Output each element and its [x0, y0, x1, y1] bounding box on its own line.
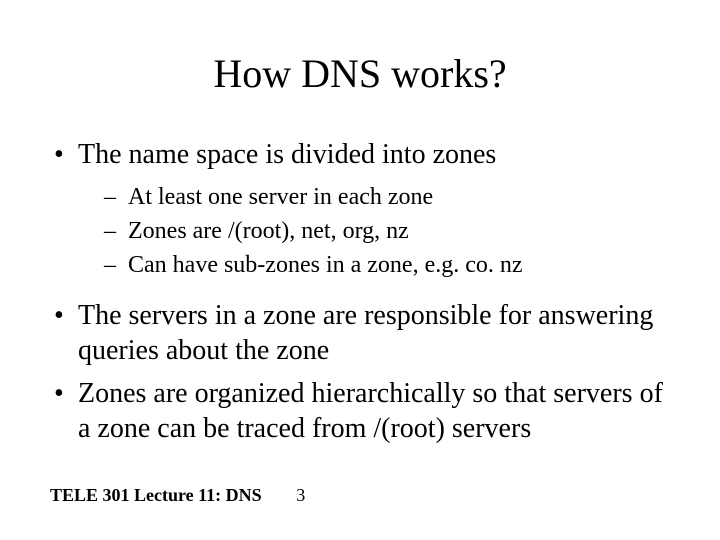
- list-item: Can have sub-zones in a zone, e.g. co. n…: [78, 250, 670, 280]
- bullet-text: The name space is divided into zones: [78, 139, 496, 170]
- list-item: The name space is divided into zones At …: [50, 137, 670, 280]
- list-item: Zones are /(root), net, org, nz: [78, 216, 670, 246]
- bullet-text: At least one server in each zone: [128, 184, 433, 210]
- page-number: 3: [296, 485, 305, 505]
- list-item: At least one server in each zone: [78, 182, 670, 212]
- list-item: The servers in a zone are responsible fo…: [50, 298, 670, 368]
- bullet-text: Zones are organized hierarchically so th…: [78, 378, 663, 444]
- slide-title: How DNS works?: [50, 50, 670, 97]
- bullet-list: The name space is divided into zones At …: [50, 137, 670, 446]
- list-item: Zones are organized hierarchically so th…: [50, 376, 670, 446]
- sub-bullet-list: At least one server in each zone Zones a…: [78, 182, 670, 280]
- bullet-text: Can have sub-zones in a zone, e.g. co. n…: [128, 252, 523, 278]
- slide-footer: TELE 301 Lecture 11: DNS 3: [50, 485, 305, 506]
- bullet-text: Zones are /(root), net, org, nz: [128, 218, 409, 244]
- slide: How DNS works? The name space is divided…: [0, 0, 720, 540]
- footer-label: TELE 301 Lecture 11: DNS: [50, 485, 262, 505]
- bullet-text: The servers in a zone are responsible fo…: [78, 300, 653, 366]
